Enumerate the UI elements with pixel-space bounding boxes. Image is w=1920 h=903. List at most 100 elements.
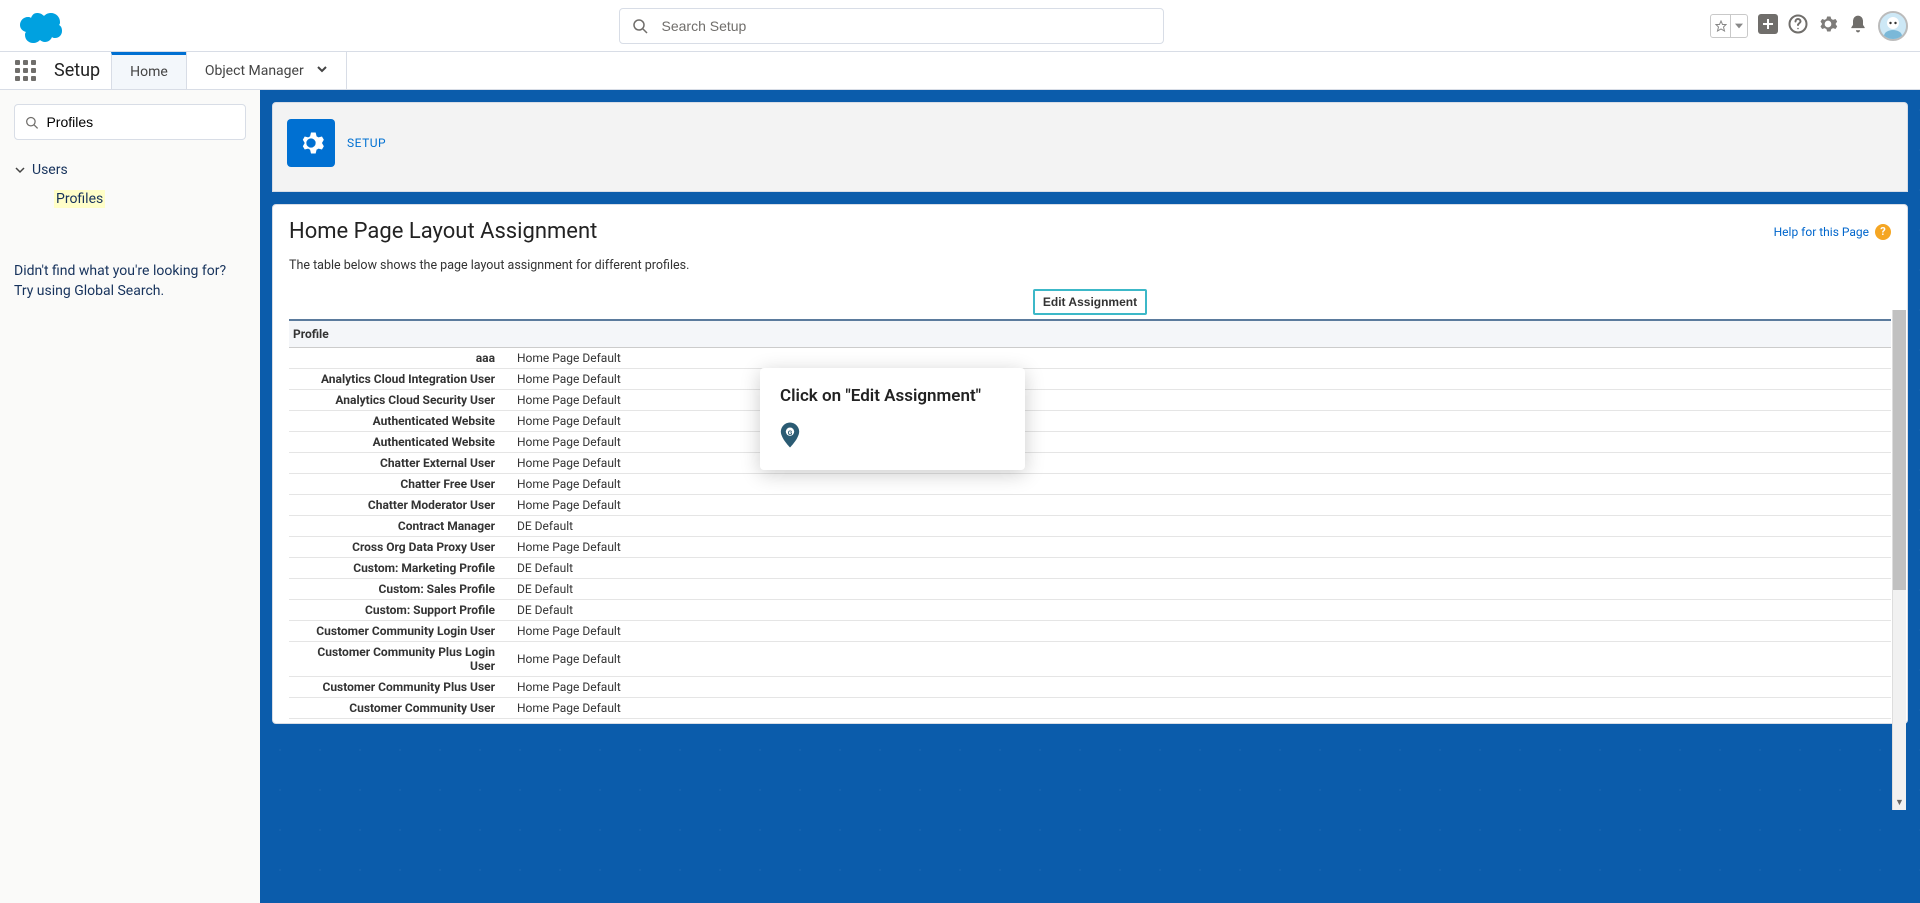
- profile-cell: Customer Community Plus Login User: [289, 642, 509, 677]
- layout-cell: Home Page Default: [509, 642, 1891, 677]
- quick-find-input[interactable]: [46, 114, 235, 130]
- quick-find[interactable]: [14, 104, 246, 140]
- layout-cell: Home Page Default: [509, 453, 1891, 474]
- waffle-icon: [15, 60, 36, 81]
- layout-cell: DE Default: [509, 558, 1891, 579]
- table-header-profile: Profile: [289, 320, 1891, 348]
- salesforce-logo[interactable]: [12, 9, 72, 43]
- guide-tooltip-text: Click on "Edit Assignment": [780, 386, 1005, 406]
- assignment-table: Profile aaaHome Page DefaultAnalytics Cl…: [289, 319, 1891, 723]
- user-avatar[interactable]: [1878, 11, 1908, 41]
- scrollbar[interactable]: ▼: [1892, 310, 1906, 810]
- profile-cell: Analytics Cloud Security User: [289, 390, 509, 411]
- profile-cell: Customer Community Plus User: [289, 677, 509, 698]
- svg-text:G: G: [788, 429, 793, 437]
- profile-cell: Authenticated Website: [289, 411, 509, 432]
- page-eyebrow: SETUP: [347, 136, 386, 150]
- table-row: Customer Community Plus Login UserHome P…: [289, 642, 1891, 677]
- content-card: Home Page Layout Assignment Help for thi…: [272, 204, 1908, 724]
- search-icon: [25, 115, 38, 130]
- table-row: Chatter Moderator UserHome Page Default: [289, 495, 1891, 516]
- table-row: Custom: Support ProfileDE Default: [289, 600, 1891, 621]
- setup-sidebar: Users Profiles Didn't find what you're l…: [0, 90, 260, 903]
- profile-cell: Contract Manager: [289, 516, 509, 537]
- global-search[interactable]: [619, 8, 1164, 44]
- context-nav: Setup Home Object Manager: [0, 52, 1920, 90]
- layout-cell: Home Page Default: [509, 719, 1891, 724]
- profile-cell: Cross Org Data Proxy User: [289, 537, 509, 558]
- main-content: SETUP Home Page Layout Assignment Help f…: [260, 90, 1920, 903]
- gear-icon: [287, 119, 335, 167]
- profile-cell: Chatter Free User: [289, 474, 509, 495]
- tree-node-users[interactable]: Users: [14, 156, 246, 184]
- gear-icon[interactable]: [1818, 14, 1838, 38]
- profile-cell: Custom: Sales Profile: [289, 579, 509, 600]
- layout-cell: Home Page Default: [509, 348, 1891, 369]
- tab-object-manager[interactable]: Object Manager: [186, 52, 347, 89]
- layout-cell: Home Page Default: [509, 390, 1891, 411]
- table-row: Analytics Cloud Integration UserHome Pag…: [289, 369, 1891, 390]
- layout-cell: Home Page Default: [509, 432, 1891, 453]
- layout-cell: Home Page Default: [509, 411, 1891, 432]
- app-launcher[interactable]: [0, 52, 50, 89]
- search-icon: [632, 18, 648, 34]
- nav-tabs: Home Object Manager: [112, 52, 347, 89]
- guide-tooltip: Click on "Edit Assignment" G: [760, 368, 1025, 470]
- profile-cell: aaa: [289, 348, 509, 369]
- chevron-down-icon: [14, 164, 26, 176]
- favorites-button[interactable]: [1710, 14, 1748, 38]
- header-actions: [1710, 11, 1908, 41]
- help-for-page-link[interactable]: Help for this Page ?: [1774, 224, 1891, 240]
- layout-cell: Home Page Default: [509, 369, 1891, 390]
- table-row: Customer Portal Manager CustomHome Page …: [289, 719, 1891, 724]
- profile-cell: Authenticated Website: [289, 432, 509, 453]
- layout-cell: Home Page Default: [509, 677, 1891, 698]
- sidebar-no-results: Didn't find what you're looking for? Try…: [14, 262, 246, 301]
- tab-home[interactable]: Home: [111, 52, 187, 89]
- global-actions-button[interactable]: [1758, 14, 1778, 38]
- layout-cell: DE Default: [509, 579, 1891, 600]
- layout-cell: DE Default: [509, 516, 1891, 537]
- app-name: Setup: [50, 52, 112, 89]
- profile-cell: Custom: Support Profile: [289, 600, 509, 621]
- profile-cell: Customer Community User: [289, 698, 509, 719]
- table-row: Cross Org Data Proxy UserHome Page Defau…: [289, 537, 1891, 558]
- profile-cell: Customer Community Login User: [289, 621, 509, 642]
- notifications-icon[interactable]: [1848, 14, 1868, 38]
- map-pin-icon: G: [780, 422, 800, 448]
- profile-cell: Analytics Cloud Integration User: [289, 369, 509, 390]
- help-icon[interactable]: [1788, 14, 1808, 38]
- global-search-input[interactable]: [662, 18, 1151, 34]
- global-header: [0, 0, 1920, 52]
- table-row: Analytics Cloud Security UserHome Page D…: [289, 390, 1891, 411]
- edit-assignment-button[interactable]: Edit Assignment: [1033, 289, 1147, 315]
- star-icon: [1711, 15, 1731, 37]
- assignment-table-wrap[interactable]: Profile aaaHome Page DefaultAnalytics Cl…: [273, 319, 1907, 723]
- scrollbar-thumb[interactable]: [1893, 310, 1906, 590]
- table-row: aaaHome Page Default: [289, 348, 1891, 369]
- table-row: Customer Community Login UserHome Page D…: [289, 621, 1891, 642]
- chevron-down-icon: [1731, 15, 1747, 37]
- page-title: Home Page Layout Assignment: [289, 219, 1774, 244]
- tree-node-profiles[interactable]: Profiles: [14, 184, 246, 214]
- table-row: Customer Community UserHome Page Default: [289, 698, 1891, 719]
- table-row: Chatter Free UserHome Page Default: [289, 474, 1891, 495]
- table-row: Chatter External UserHome Page Default: [289, 453, 1891, 474]
- help-icon: ?: [1875, 224, 1891, 240]
- table-row: Custom: Marketing ProfileDE Default: [289, 558, 1891, 579]
- layout-cell: DE Default: [509, 600, 1891, 621]
- profile-cell: Customer Portal Manager Custom: [289, 719, 509, 724]
- chevron-down-icon: ▼: [1895, 797, 1904, 808]
- profile-cell: Chatter Moderator User: [289, 495, 509, 516]
- layout-cell: Home Page Default: [509, 537, 1891, 558]
- layout-cell: Home Page Default: [509, 495, 1891, 516]
- page-header: SETUP: [272, 102, 1908, 192]
- profile-cell: Custom: Marketing Profile: [289, 558, 509, 579]
- layout-cell: Home Page Default: [509, 621, 1891, 642]
- table-row: Authenticated WebsiteHome Page Default: [289, 432, 1891, 453]
- table-row: Contract ManagerDE Default: [289, 516, 1891, 537]
- layout-cell: Home Page Default: [509, 698, 1891, 719]
- chevron-down-icon: [316, 63, 328, 79]
- table-row: Custom: Sales ProfileDE Default: [289, 579, 1891, 600]
- table-row: Customer Community Plus UserHome Page De…: [289, 677, 1891, 698]
